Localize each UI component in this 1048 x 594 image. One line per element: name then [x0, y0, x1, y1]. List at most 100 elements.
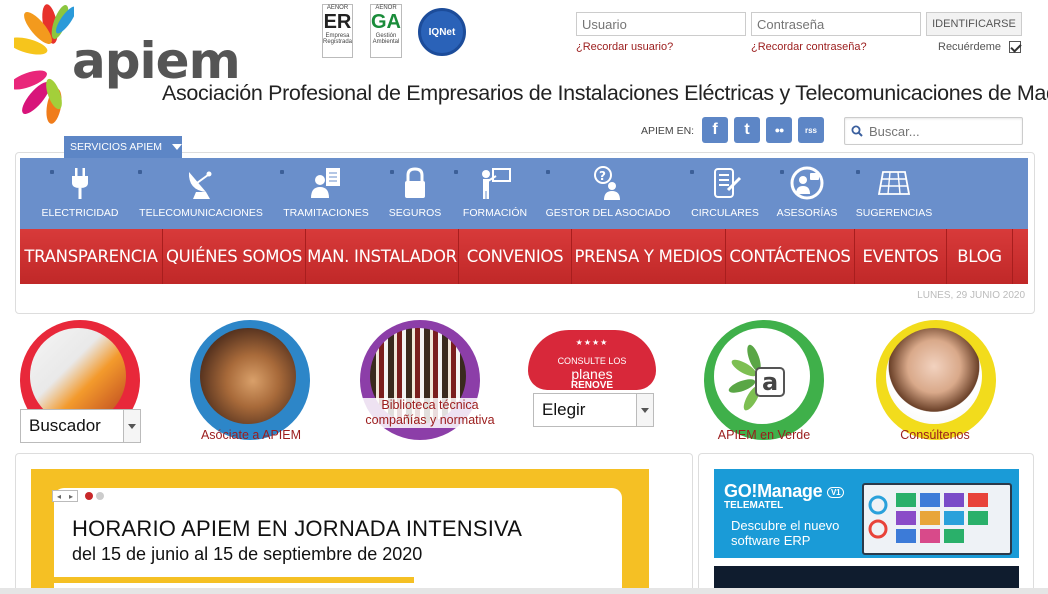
service-circulares[interactable]: CIRCULARES [688, 158, 762, 229]
aenor-er-certificate: AENOR ER Empresa Registrada [322, 4, 353, 58]
biblioteca-link[interactable]: Biblioteca técnica compañías y normativa [360, 398, 500, 428]
planes-renove-banner[interactable]: ★★★★ CONSULTE LOS planes RENOVE [528, 330, 656, 390]
operator-photo [886, 328, 982, 424]
service-gestor-del-asociado[interactable]: ? GESTOR DEL ASOCIADO [545, 158, 671, 229]
chevron-down-icon [123, 410, 140, 442]
service-label: CIRCULARES [691, 207, 759, 219]
nav-blog[interactable]: BLOG [947, 229, 1013, 284]
services-toggle[interactable]: SERVICIOS APIEM [64, 136, 182, 158]
chevron-right-icon[interactable]: ▸ [69, 492, 73, 501]
remember-me-checkbox[interactable] [1008, 41, 1021, 53]
service-label: TRAMITACIONES [283, 207, 369, 219]
nav-contactenos[interactable]: CONTÁCTENOS [726, 229, 855, 284]
site-tagline: Asociación Profesional de Empresarios de… [162, 81, 1048, 105]
nav-convenios[interactable]: CONVENIOS [459, 229, 572, 284]
service-label: SEGUROS [388, 207, 442, 219]
facebook-link[interactable]: f [702, 117, 728, 143]
horizontal-scrollbar[interactable] [0, 588, 1048, 594]
lock-icon [398, 166, 432, 200]
aenor-ga-certificate: AENOR GA Gestión Ambiental [370, 4, 402, 58]
service-telecomunicaciones[interactable]: TELECOMUNICACIONES [139, 158, 263, 229]
services-bar: ELECTRICIDAD TELECOMUNICACIONES TRAMITAC… [20, 158, 1028, 229]
rss-icon: rss [804, 125, 817, 135]
planes-select-value: Elegir [542, 400, 586, 419]
nav-prensa-y-medios[interactable]: PRENSA Y MEDIOS [572, 229, 726, 284]
question-person-icon: ? [591, 166, 625, 200]
main-nav-bar: TRANSPARENCIA QUIÉNES SOMOS MAN. INSTALA… [20, 229, 1028, 284]
apiem-verde-link[interactable]: APIEM en Verde [694, 428, 834, 443]
teacher-icon [478, 166, 512, 200]
remember-me: Recuérdeme [938, 41, 1021, 53]
search-input[interactable] [869, 123, 1009, 139]
service-label: FORMACIÓN [462, 207, 528, 219]
remember-me-label: Recuérdeme [938, 41, 1001, 53]
search-icon [851, 125, 863, 137]
advisor-icon [790, 166, 824, 200]
gomanage-ad[interactable]: GO!Manage V1 TELEMATEL Descubre el nuevo… [714, 469, 1019, 558]
satellite-dish-icon [184, 166, 218, 200]
stars-icon: ★★★★ [575, 338, 609, 347]
password-input[interactable] [751, 12, 921, 36]
flickr-link[interactable]: ●● [766, 117, 792, 143]
slide-headline: HORARIO APIEM EN JORNADA INTENSIVA [72, 516, 523, 541]
forgot-password-link[interactable]: ¿Recordar contraseña? [751, 41, 867, 53]
slider-dot[interactable] [96, 492, 104, 500]
buscador-select[interactable]: Buscador [20, 409, 141, 443]
slide-divider [54, 577, 414, 583]
plug-icon [63, 166, 97, 200]
service-sugerencias[interactable]: SUGERENCIAS [856, 158, 932, 229]
twitter-icon: t [744, 121, 750, 138]
forgot-username-link[interactable]: ¿Recordar usuario? [576, 41, 673, 53]
apiem-verde-circle[interactable]: a [704, 320, 824, 440]
green-logo: a [714, 328, 810, 424]
buscador-select-value: Buscador [29, 416, 101, 435]
logo-flower-icon [14, 4, 74, 124]
nav-transparencia[interactable]: TRANSPARENCIA [20, 229, 163, 284]
service-label: GESTOR DEL ASOCIADO [545, 207, 671, 219]
planes-select[interactable]: Elegir [533, 393, 654, 427]
asociate-link[interactable]: Asóciate a APIEM [181, 428, 321, 443]
iqnet-certificate: IQNet [418, 8, 466, 56]
facebook-icon: f [712, 121, 718, 138]
flickr-icon: ●● [774, 125, 785, 135]
asociate-circle[interactable] [190, 320, 310, 440]
service-electricidad[interactable]: ELECTRICIDAD [41, 158, 119, 229]
chevron-left-icon[interactable]: ◂ [57, 492, 61, 501]
handshake-photo [200, 328, 296, 424]
nav-quienes-somos[interactable]: QUIÉNES SOMOS [163, 229, 306, 284]
service-asesorias[interactable]: ASESORÍAS [774, 158, 840, 229]
service-label: TELECOMUNICACIONES [139, 207, 263, 219]
document-person-icon [309, 166, 343, 200]
newsletter-icon [708, 166, 742, 200]
username-input[interactable] [576, 12, 746, 36]
service-label: SUGERENCIAS [855, 207, 933, 219]
svg-text:?: ? [599, 169, 606, 183]
ad-brand: GO!Manage V1 [724, 481, 845, 502]
rss-link[interactable]: rss [798, 117, 824, 143]
consultenos-link[interactable]: Consúltenos [865, 428, 1005, 443]
twitter-link[interactable]: t [734, 117, 760, 143]
social-label: APIEM EN: [641, 125, 695, 137]
service-label: ASESORÍAS [776, 207, 838, 219]
search-box[interactable] [844, 117, 1023, 145]
chevron-down-icon [172, 144, 182, 150]
ad-screenshot [862, 483, 1012, 555]
service-seguros[interactable]: SEGUROS [385, 158, 445, 229]
nav-eventos[interactable]: EVENTOS [855, 229, 947, 284]
solar-panel-icon [877, 166, 911, 200]
slider-dot-active[interactable] [85, 492, 93, 500]
slide-subheadline: del 15 de junio al 15 de septiembre de 2… [72, 544, 423, 564]
services-toggle-label: SERVICIOS APIEM [70, 141, 163, 153]
apiem-logo[interactable]: apiem [14, 2, 244, 127]
slider-controls[interactable]: ◂ ▸ [52, 490, 78, 502]
nav-man-instalador[interactable]: MAN. INSTALADOR [306, 229, 459, 284]
login-button[interactable]: IDENTIFICARSE [926, 12, 1022, 36]
ad-copy: Descubre el nuevo software ERP [731, 518, 840, 548]
separator-bullet [454, 170, 458, 174]
service-label: ELECTRICIDAD [41, 207, 119, 219]
consultenos-circle[interactable] [876, 320, 996, 440]
service-formacion[interactable]: FORMACIÓN [460, 158, 530, 229]
ad-company: TELEMATEL [724, 500, 784, 511]
service-tramitaciones[interactable]: TRAMITACIONES [282, 158, 370, 229]
svg-text:a: a [762, 368, 778, 396]
